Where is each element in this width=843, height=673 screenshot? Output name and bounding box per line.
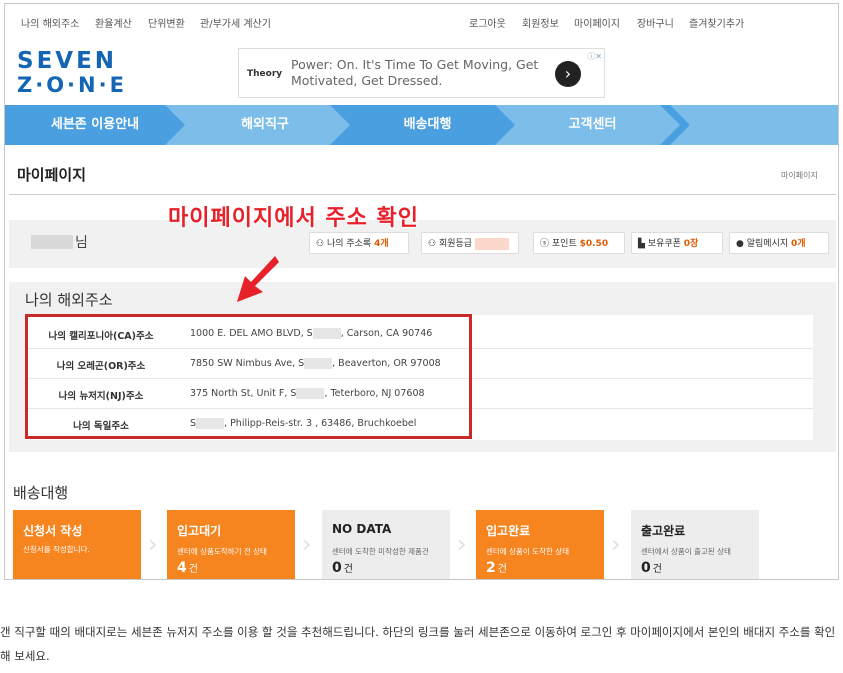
- top-link-exchange-calc[interactable]: 환율계산: [95, 15, 132, 30]
- ad-brand: Theory: [247, 69, 283, 79]
- messages-chip[interactable]: ● 알림메시지 0개: [729, 232, 829, 254]
- points-chip[interactable]: ⓢ 포인트 $0.50: [533, 232, 625, 254]
- chevron-right-icon: ›: [148, 530, 158, 558]
- users-icon: ⚇: [428, 239, 437, 249]
- chevron-right-icon: ›: [302, 530, 312, 558]
- sevenzone-logo[interactable]: SEVEN Z·O·N·E: [17, 50, 127, 96]
- top-link-my-overseas-address[interactable]: 나의 해외주소: [21, 15, 79, 30]
- ad-banner[interactable]: Theory Power: On. It's Time To Get Movin…: [238, 48, 605, 98]
- top-link-bookmark[interactable]: 즐겨찾기추가: [689, 15, 744, 30]
- page-title: 마이페이지: [17, 166, 87, 184]
- delivery-card-waiting[interactable]: 입고대기 센터에 상품도착하기 전 상태 4건: [167, 510, 295, 579]
- delivery-title: 배송대행: [13, 484, 69, 502]
- top-link-tax-calc[interactable]: 관/부가세 계산기: [200, 15, 271, 30]
- address-section-title: 나의 해외주소: [25, 291, 113, 309]
- top-link-member-info[interactable]: 회원정보: [522, 15, 559, 30]
- ticket-icon: ▙: [638, 239, 645, 249]
- top-link-cart[interactable]: 장바구니: [637, 15, 674, 30]
- nav-item-overseas[interactable]: 해외직구: [185, 105, 345, 145]
- delivery-card-received[interactable]: 입고완료 센터에 상품이 도착한 상태 2건: [476, 510, 604, 579]
- delivery-card-apply[interactable]: 신청서 작성 신청서를 작성합니다.: [13, 510, 141, 579]
- grade-blurred: [474, 237, 509, 250]
- delivery-card-shipped[interactable]: 출고완료 센터에서 상품이 출고된 상태 0건: [631, 510, 759, 579]
- annotation-label: 마이페이지에서 주소 확인: [168, 206, 419, 231]
- nav-item-delivery[interactable]: 배송대행: [345, 105, 510, 145]
- address-book-chip[interactable]: ⚇ 나의 주소록 4개: [309, 232, 409, 254]
- dollar-icon: ⓢ: [540, 239, 550, 249]
- arrow-icon: [237, 256, 279, 302]
- main-nav: 세븐존 이용안내 해외직구 배송대행 고객센터: [5, 105, 838, 145]
- nav-item-cs[interactable]: 고객센터: [510, 105, 675, 145]
- username-blurred: [31, 235, 73, 249]
- top-link-mypage[interactable]: 마이페이지: [574, 15, 620, 30]
- coupons-chip[interactable]: ▙ 보유쿠폰 0장: [631, 232, 723, 254]
- chevron-right-icon: ›: [457, 530, 467, 558]
- top-link-logout[interactable]: 로그아웃: [469, 15, 506, 30]
- users-icon: ⚇: [316, 239, 325, 249]
- grade-chip[interactable]: ⚇ 회원등급: [421, 232, 519, 254]
- top-link-unit-convert[interactable]: 단위변환: [148, 15, 185, 30]
- username-suffix: 님: [75, 235, 88, 251]
- breadcrumb[interactable]: 마이페이지: [781, 170, 818, 181]
- ad-text: Power: On. It's Time To Get Moving, Get …: [291, 57, 539, 88]
- top-utility-bar: 나의 해외주소 환율계산 단위변환 관/부가세 계산기 로그아웃 회원정보 마이…: [5, 4, 838, 38]
- article-text: 갠 직구할 때의 배대지로는 세븐존 뉴저지 주소를 이용 할 것을 추천해드립…: [0, 625, 836, 663]
- chevron-right-icon[interactable]: ›: [555, 61, 581, 87]
- chat-icon: ●: [736, 239, 744, 249]
- divider: [9, 194, 836, 195]
- user-summary: 님 ⚇ 나의 주소록 4개 ⚇ 회원등급 ⓢ 포인트 $0.50 ▙ 보유쿠폰 …: [9, 220, 836, 268]
- nav-item-guide[interactable]: 세븐존 이용안내: [5, 105, 185, 145]
- highlight-box: [25, 314, 472, 439]
- screenshot-frame: 나의 해외주소 환율계산 단위변환 관/부가세 계산기 로그아웃 회원정보 마이…: [4, 3, 839, 580]
- delivery-card-nodata[interactable]: NO DATA 센터에 도착한 미작성한 제품건 0건: [322, 510, 450, 579]
- ad-info-icon[interactable]: ⓘ✕: [587, 51, 602, 62]
- chevron-right-icon: ›: [611, 530, 621, 558]
